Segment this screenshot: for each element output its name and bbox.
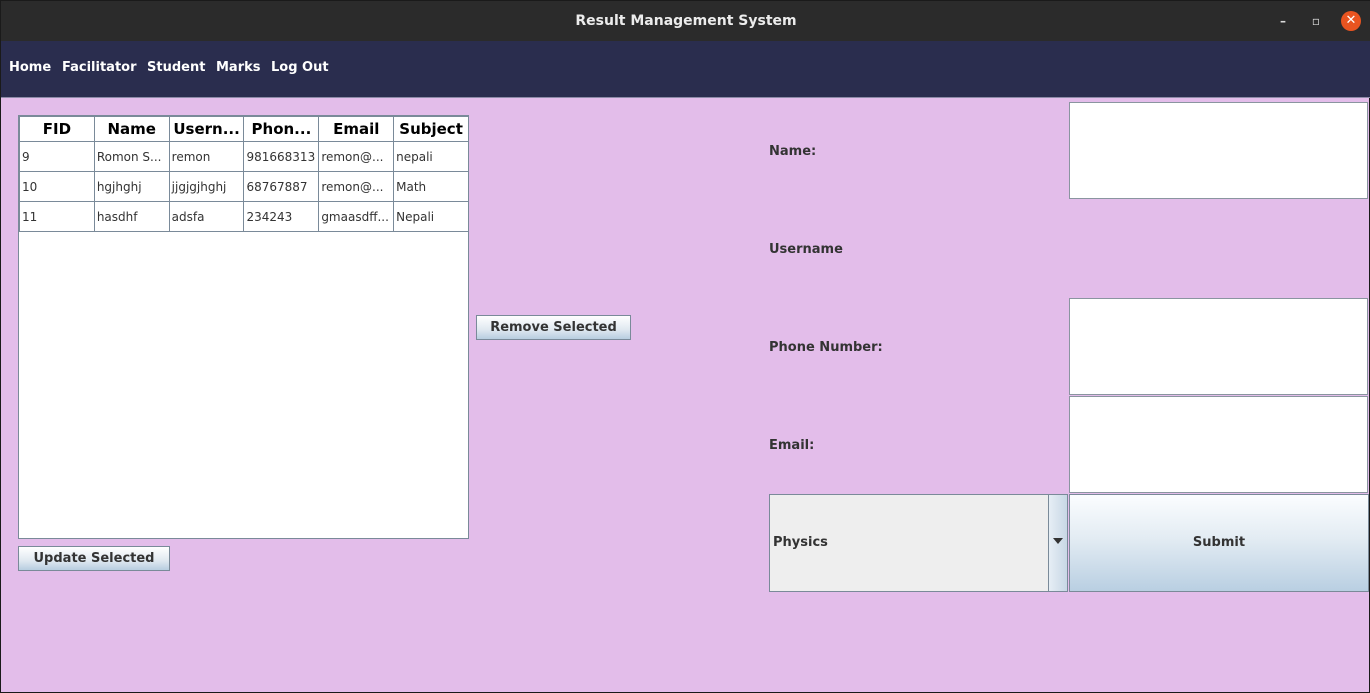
table-row[interactable]: 11 hasdhf adsfa 234243 gmaasdff... Nepal…	[19, 201, 469, 232]
close-icon[interactable]: ✕	[1341, 11, 1361, 31]
table-cell[interactable]: gmaasdff...	[318, 201, 395, 232]
table-cell[interactable]: hgjhghj	[93, 171, 170, 202]
username-label: Username	[769, 242, 843, 257]
remove-selected-button[interactable]: Remove Selected	[476, 315, 631, 340]
menu-item-home[interactable]: Home	[9, 60, 51, 75]
menu-item-marks[interactable]: Marks	[216, 60, 261, 75]
title-bar: Result Management System – ▫ ✕	[1, 1, 1370, 41]
table-cell[interactable]: remon@...	[318, 141, 395, 172]
phone-number-field[interactable]	[1069, 298, 1368, 395]
chevron-down-icon	[1053, 538, 1063, 544]
subject-select[interactable]: Physics	[769, 494, 1068, 592]
table-cell[interactable]: remon@...	[318, 171, 395, 202]
facilitator-table[interactable]: FID Name Usern... Phon... Email Subject …	[18, 115, 469, 539]
menu-item-facilitator[interactable]: Facilitator	[62, 60, 137, 75]
table-cell[interactable]: 234243	[243, 201, 320, 232]
table-cell[interactable]: Nepali	[393, 201, 469, 232]
email-field[interactable]	[1069, 396, 1368, 493]
dropdown-arrow[interactable]	[1048, 495, 1067, 591]
column-header-phone[interactable]: Phon...	[243, 116, 320, 142]
subject-select-value: Physics	[773, 535, 828, 550]
menu-bar: Home Facilitator Student Marks Log Out	[1, 41, 1370, 98]
app-window: Result Management System – ▫ ✕ Home Faci…	[0, 0, 1370, 693]
column-header-email[interactable]: Email	[318, 116, 395, 142]
table-row[interactable]: 9 Romon S... remon 981668313 remon@... n…	[19, 141, 469, 172]
name-label: Name:	[769, 144, 817, 159]
table-row[interactable]: 10 hgjhghj jjgjgjhghj 68767887 remon@...…	[19, 171, 469, 202]
submit-button[interactable]: Submit	[1069, 494, 1369, 592]
minimize-icon[interactable]: –	[1273, 11, 1293, 31]
table-cell[interactable]: adsfa	[168, 201, 245, 232]
table-cell[interactable]: 68767887	[243, 171, 320, 202]
table-cell[interactable]: Math	[393, 171, 469, 202]
menu-item-log-out[interactable]: Log Out	[271, 60, 329, 75]
table-cell[interactable]: remon	[168, 141, 245, 172]
table-header-row: FID Name Usern... Phon... Email Subject	[19, 116, 469, 142]
table-cell[interactable]: hasdhf	[93, 201, 170, 232]
column-header-username[interactable]: Usern...	[168, 116, 245, 142]
update-selected-button[interactable]: Update Selected	[18, 546, 170, 571]
table-cell[interactable]: nepali	[393, 141, 469, 172]
phone-number-label: Phone Number:	[769, 340, 883, 355]
email-label: Email:	[769, 438, 815, 453]
table-cell[interactable]: 9	[19, 141, 95, 172]
table-cell[interactable]: jjgjgjhghj	[168, 171, 245, 202]
column-header-fid[interactable]: FID	[19, 116, 95, 142]
table-cell[interactable]: 11	[19, 201, 95, 232]
column-header-subject[interactable]: Subject	[393, 116, 469, 142]
table-cell[interactable]: Romon S...	[93, 141, 170, 172]
name-field[interactable]	[1069, 102, 1368, 199]
table-cell[interactable]: 10	[19, 171, 95, 202]
table-cell[interactable]: 981668313	[243, 141, 320, 172]
maximize-icon[interactable]: ▫	[1306, 11, 1326, 31]
column-header-name[interactable]: Name	[93, 116, 170, 142]
window-title: Result Management System	[575, 13, 797, 29]
menu-item-student[interactable]: Student	[147, 60, 205, 75]
